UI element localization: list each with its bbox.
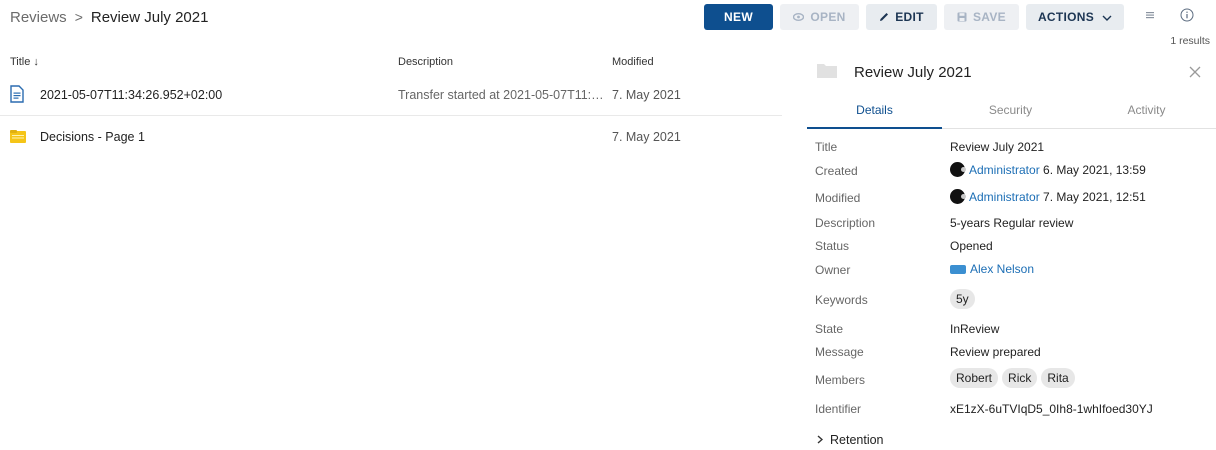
prop-label-message: Message	[815, 345, 864, 359]
prop-label-keywords: Keywords	[815, 293, 868, 307]
tab-details[interactable]: Details	[807, 91, 942, 129]
actions-button-label: ACTIONS	[1037, 10, 1095, 24]
details-panel: Review July 2021 Details Security Activi…	[807, 55, 1216, 450]
close-icon[interactable]	[1189, 66, 1201, 78]
eye-icon	[793, 13, 805, 21]
prop-label-title: Title	[815, 140, 838, 154]
prop-value-modified: Administrator 7. May 2021, 12:51	[950, 189, 1146, 204]
list-item-modified: 7. May 2021	[612, 130, 681, 144]
prop-value-keywords: 5y	[950, 289, 979, 309]
modified-date: 7. May 2021, 12:51	[1043, 189, 1146, 204]
prop-value-identifier: xE1zX-6uTVIqD5_0Ih8-1whIfoed30YJ	[950, 402, 1153, 416]
list-item-title[interactable]: Decisions - Page 1	[40, 130, 145, 144]
created-date: 6. May 2021, 13:59	[1043, 162, 1146, 177]
results-count: 1 results	[1170, 35, 1210, 47]
prop-label-status: Status	[815, 239, 850, 253]
column-title-header[interactable]: Title ↓	[10, 56, 39, 68]
prop-label-identifier: Identifier	[815, 402, 862, 416]
document-icon	[9, 85, 25, 103]
edit-button-label: EDIT	[895, 10, 924, 24]
prop-label-modified: Modified	[815, 191, 861, 205]
chevron-right-icon	[817, 433, 824, 447]
prop-value-members: Robert Rick Rita	[950, 368, 1079, 388]
avatar	[950, 189, 966, 204]
list-item[interactable]: Decisions - Page 1 7. May 2021	[0, 116, 782, 158]
breadcrumb-root-link[interactable]: Reviews	[10, 9, 67, 26]
prop-label-created: Created	[815, 164, 858, 178]
prop-value-message: Review prepared	[950, 345, 1041, 359]
prop-value-state: InReview	[950, 322, 1000, 336]
owner-link[interactable]: Alex Nelson	[970, 262, 1034, 276]
breadcrumb: Reviews > Review July 2021	[10, 7, 208, 27]
open-button-label: OPEN	[810, 10, 846, 24]
chevron-down-icon	[1102, 10, 1112, 24]
panel-title: Review July 2021	[854, 64, 972, 81]
pencil-icon	[879, 12, 889, 22]
folder-icon	[816, 61, 838, 82]
prop-label-state: State	[815, 322, 844, 336]
breadcrumb-current: Review July 2021	[90, 8, 209, 26]
prop-value-title: Review July 2021	[950, 140, 1045, 154]
new-button-label: NEW	[724, 10, 753, 24]
prop-value-status: Opened	[950, 239, 993, 253]
prop-label-owner: Owner	[815, 263, 851, 277]
list-item-title[interactable]: 2021-05-07T11:34:26.952+02:00	[40, 88, 222, 102]
breadcrumb-separator: >	[74, 9, 83, 25]
retention-label: Retention	[830, 433, 884, 447]
list-item[interactable]: 2021-05-07T11:34:26.952+02:00 Transfer s…	[0, 74, 782, 116]
list-header: Title ↓ Description Modified	[0, 50, 782, 74]
user-badge-icon	[950, 264, 966, 274]
save-button[interactable]: SAVE	[944, 4, 1019, 30]
keyword-chip: 5y	[950, 289, 975, 309]
modified-user-link[interactable]: Administrator	[969, 190, 1040, 204]
retention-toggle[interactable]: Retention	[817, 433, 884, 447]
column-modified-header[interactable]: Modified	[612, 56, 654, 68]
tab-security[interactable]: Security	[943, 91, 1078, 129]
prop-value-description: 5-years Regular review	[950, 216, 1074, 230]
panel-tabs: Details Security Activity	[807, 91, 1216, 129]
panel-header: Review July 2021	[807, 55, 1216, 91]
open-button[interactable]: OPEN	[780, 4, 859, 30]
prop-value-owner: Alex Nelson	[950, 262, 1034, 276]
column-description-header[interactable]: Description	[398, 56, 453, 68]
tab-activity[interactable]: Activity	[1079, 91, 1214, 129]
list-item-modified: 7. May 2021	[612, 88, 681, 102]
floppy-icon	[957, 12, 967, 22]
edit-button[interactable]: EDIT	[866, 4, 937, 30]
list-item-description: Transfer started at 2021-05-07T11:34:26.…	[398, 88, 604, 102]
member-chip: Robert	[950, 368, 999, 388]
list-view-icon[interactable]	[1144, 8, 1156, 22]
prop-label-description: Description	[815, 216, 876, 230]
save-button-label: SAVE	[973, 10, 1006, 24]
new-button[interactable]: NEW	[704, 4, 773, 30]
created-user-link[interactable]: Administrator	[969, 163, 1040, 177]
member-chip: Rick	[1002, 368, 1038, 388]
document-list: Title ↓ Description Modified 2021-05-07T…	[0, 50, 782, 158]
prop-label-members: Members	[815, 373, 866, 387]
member-chip: Rita	[1041, 368, 1075, 388]
avatar	[950, 162, 966, 177]
folder-yellow-icon	[9, 127, 26, 145]
prop-value-created: Administrator 6. May 2021, 13:59	[950, 162, 1146, 177]
actions-dropdown-button[interactable]: ACTIONS	[1026, 4, 1124, 30]
info-icon[interactable]	[1180, 8, 1194, 22]
